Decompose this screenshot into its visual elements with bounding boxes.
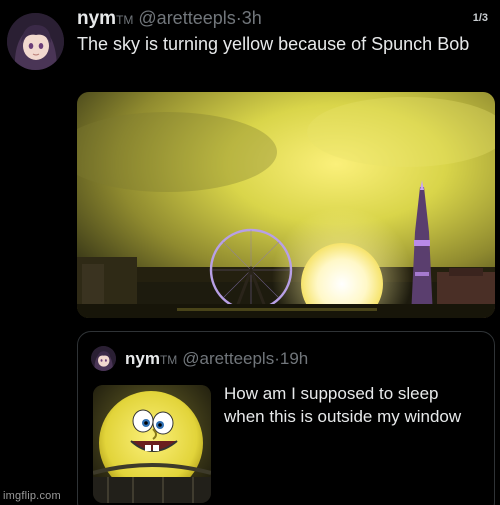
avatar-image	[7, 13, 64, 70]
media-photo	[77, 92, 495, 318]
tweet-media[interactable]	[77, 92, 495, 318]
quoted-avatar-image	[91, 346, 116, 371]
quoted-display-name[interactable]: nym	[125, 349, 160, 368]
watermark: imgflip.com	[3, 490, 61, 502]
quoted-media[interactable]	[93, 385, 211, 503]
quoted-handle[interactable]: @aretteepls	[182, 349, 274, 368]
quoted-timestamp[interactable]: 19h	[280, 349, 308, 368]
quoted-media-photo	[93, 385, 211, 503]
timestamp[interactable]: 3h	[242, 8, 262, 28]
quoted-tweet-text: How am I supposed to sleep when this is …	[224, 384, 462, 426]
quoted-tm-badge: TM	[159, 353, 178, 367]
quoted-avatar[interactable]	[91, 346, 116, 371]
tm-badge: TM	[116, 13, 134, 27]
page-counter: 1/3	[472, 12, 488, 24]
tweet-text: The sky is turning yellow because of Spu…	[77, 34, 470, 54]
handle[interactable]: @aretteepls	[138, 8, 235, 28]
avatar[interactable]	[7, 13, 64, 70]
display-name[interactable]: nym	[77, 8, 116, 29]
tweet-header: nymTM @aretteepls·3h 1/3	[77, 5, 488, 31]
quoted-tweet-header: nymTM @aretteepls·19h	[125, 347, 308, 371]
